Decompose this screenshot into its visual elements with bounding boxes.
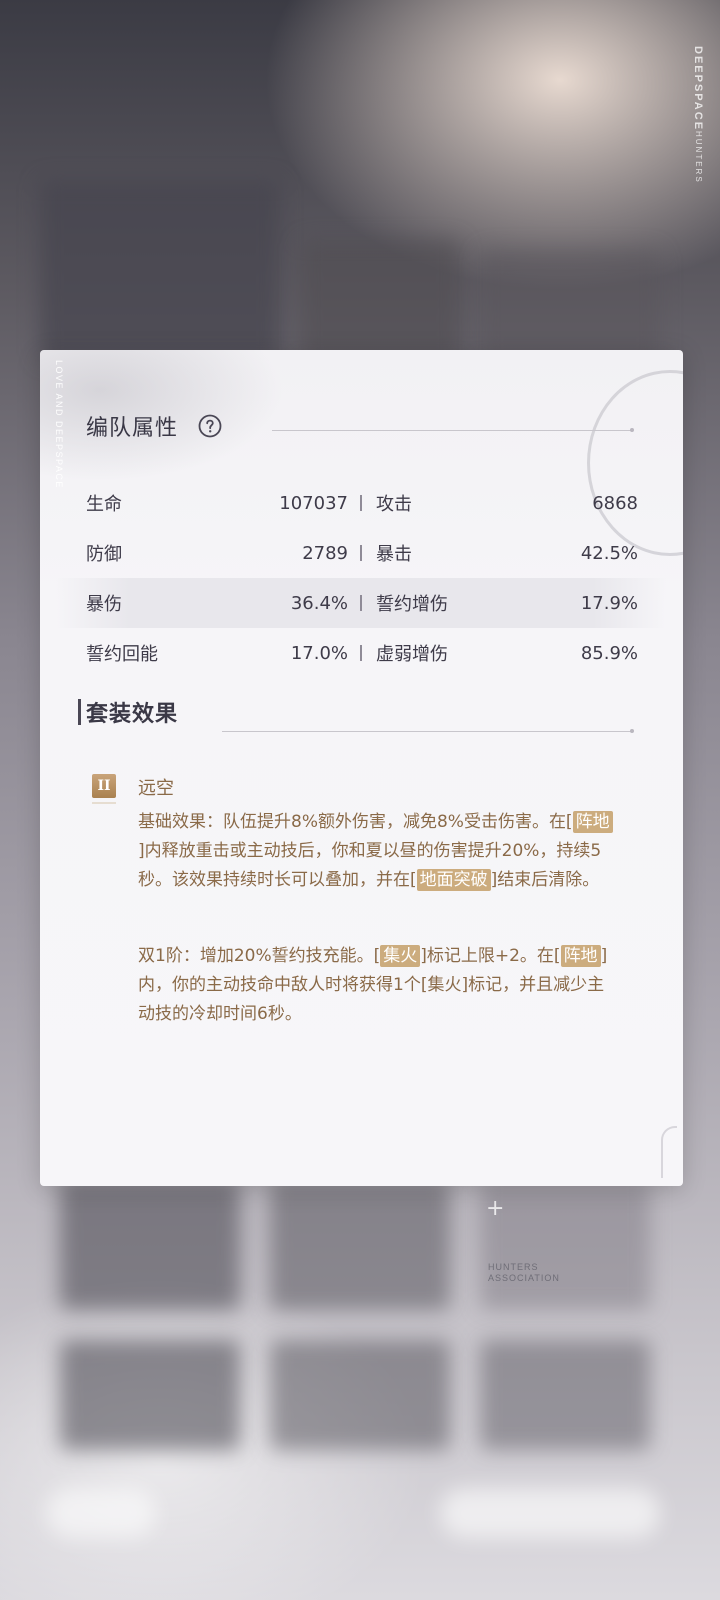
base-effect-part: 基础效果：队伍提升8%额外伤害，减免8%受击伤害。在[: [138, 812, 573, 832]
help-icon[interactable]: [198, 414, 222, 438]
set-section-marker: [78, 699, 81, 725]
brand-sub: HUNTERS: [694, 131, 703, 184]
stat-value: 17.9%: [580, 592, 638, 614]
team-section-title: 编队属性: [86, 416, 179, 441]
stat-label: 生命: [86, 494, 122, 515]
stat-cell: 暴击 42.5%: [376, 540, 638, 566]
bg-card-top-mid: [300, 240, 460, 360]
tier-effect-part: 双1阶：增加20%誓约技充能。[: [138, 946, 381, 966]
stat-label: 誓约增伤: [376, 594, 448, 615]
bg-card-bottom-5: [270, 1340, 450, 1450]
tier-effect-text: 双1阶：增加20%誓约技充能。[集火]标记上限+2。在[阵地]内，你的主动技命中…: [138, 942, 618, 1029]
bg-card-bottom-1: [60, 1180, 240, 1310]
stat-label: 暴击: [376, 544, 412, 565]
tier-effect-part: ]标记上限+2。在[: [420, 946, 561, 966]
bg-card-bottom-2: [270, 1180, 450, 1310]
stat-cell: 誓约增伤 17.9%: [376, 590, 638, 616]
set-section-divider: [222, 729, 634, 733]
keyword-highlight[interactable]: 地面突破: [416, 869, 491, 891]
stat-value: 2789: [302, 542, 348, 564]
stat-label: 虚弱增伤: [376, 644, 448, 665]
stat-value: 36.4%: [290, 592, 348, 614]
team-section-divider: [272, 428, 634, 432]
stat-cell: 誓约回能 17.0%: [86, 640, 348, 666]
panel-corner-deco: [661, 1126, 677, 1178]
bg-button-left[interactable]: [46, 1488, 156, 1538]
stat-value: 107037: [279, 492, 348, 514]
team-attributes-panel: LOVE AND DEEPSPACE 编队属性 生命 107037 攻击 686…: [40, 350, 683, 1186]
bg-card-bottom-6: [480, 1340, 650, 1450]
stat-row: 生命 107037 攻击 6868: [56, 478, 666, 528]
bg-card-bottom-3: [480, 1180, 650, 1310]
stat-separator: [360, 595, 362, 611]
bg-tag-line2: ASSOCIATION: [488, 1273, 560, 1283]
team-stats-table: 生命 107037 攻击 6868 防御 2789 暴击 42.5% 暴伤 36…: [56, 478, 666, 678]
set-section-header: 套装效果: [86, 696, 178, 728]
bg-card-bottom-4: [60, 1340, 240, 1450]
set-name: 远空: [138, 778, 174, 799]
stat-separator: [360, 645, 362, 661]
stat-value: 42.5%: [580, 542, 638, 564]
stat-separator: [360, 495, 362, 511]
stat-cell: 生命 107037: [86, 490, 348, 516]
bg-tag-line1: HUNTERS: [488, 1262, 539, 1272]
bg-button-right[interactable]: [440, 1488, 660, 1538]
stat-cell: 虚弱增伤 85.9%: [376, 640, 638, 666]
stat-label: 攻击: [376, 494, 412, 515]
stat-cell: 攻击 6868: [376, 490, 638, 516]
set-tier-badge: II: [92, 774, 116, 798]
stat-cell: 暴伤 36.4%: [86, 590, 348, 616]
keyword-highlight[interactable]: 阵地: [560, 945, 601, 967]
brand-vertical-text: DEEPSPACEHUNTERS: [692, 46, 704, 184]
bg-card-top-right: [480, 250, 660, 360]
plus-icon[interactable]: +: [486, 1196, 504, 1221]
stat-value: 85.9%: [580, 642, 638, 664]
stat-row: 暴伤 36.4% 誓约增伤 17.9%: [56, 578, 666, 628]
stat-row: 防御 2789 暴击 42.5%: [56, 528, 666, 578]
team-section-header: 编队属性: [86, 410, 222, 442]
badge-underline: [92, 802, 116, 804]
bg-association-tag: HUNTERS ASSOCIATION: [488, 1262, 560, 1284]
panel-vertical-deco-text: LOVE AND DEEPSPACE: [54, 360, 64, 489]
base-effect-part: ]结束后清除。: [490, 870, 600, 890]
keyword-highlight[interactable]: 阵地: [572, 811, 613, 833]
bg-card-top: [40, 180, 280, 360]
stat-value: 6868: [592, 492, 638, 514]
brand-name: DEEPSPACE: [692, 46, 704, 132]
stat-label: 誓约回能: [86, 644, 158, 665]
stat-cell: 防御 2789: [86, 540, 348, 566]
stat-value: 17.0%: [290, 642, 348, 664]
stat-row: 誓约回能 17.0% 虚弱增伤 85.9%: [56, 628, 666, 678]
keyword-highlight[interactable]: 集火: [380, 945, 421, 967]
set-section-title: 套装效果: [86, 702, 179, 727]
stat-separator: [360, 545, 362, 561]
base-effect-text: 基础效果：队伍提升8%额外伤害，减免8%受击伤害。在[阵地]内释放重击或主动技后…: [138, 808, 618, 895]
stat-label: 暴伤: [86, 594, 122, 615]
stat-label: 防御: [86, 544, 122, 565]
